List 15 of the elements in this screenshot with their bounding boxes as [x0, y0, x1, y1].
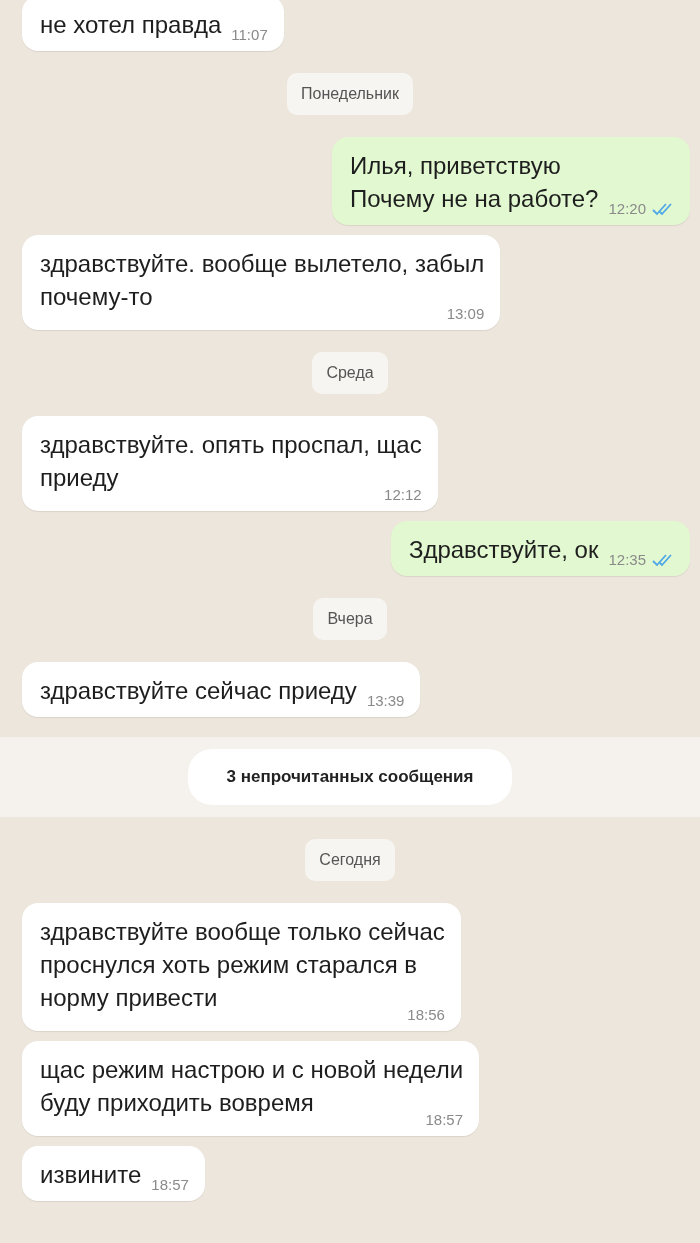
- unread-label: 3 непрочитанных сообщения: [188, 749, 512, 805]
- message-text: извините: [40, 1160, 142, 1190]
- message-time: 12:35: [608, 551, 646, 568]
- message-time: 18:57: [151, 1176, 189, 1193]
- message-text: не хотел правда: [40, 10, 222, 40]
- message-text: Илья, приветствую Почему не на работе?: [349, 151, 599, 214]
- message-text: Здравствуйте, ок: [408, 535, 599, 565]
- message-time: 12:20: [608, 200, 646, 217]
- date-label: Сегодня: [305, 839, 395, 881]
- date-label: Вчера: [313, 598, 387, 640]
- date-label: Понедельник: [287, 73, 413, 115]
- message-text: здравствуйте сейчас приеду: [40, 676, 357, 706]
- message-time: 11:07: [231, 26, 268, 43]
- date-label: Среда: [312, 352, 388, 394]
- message-time: 13:39: [366, 692, 405, 709]
